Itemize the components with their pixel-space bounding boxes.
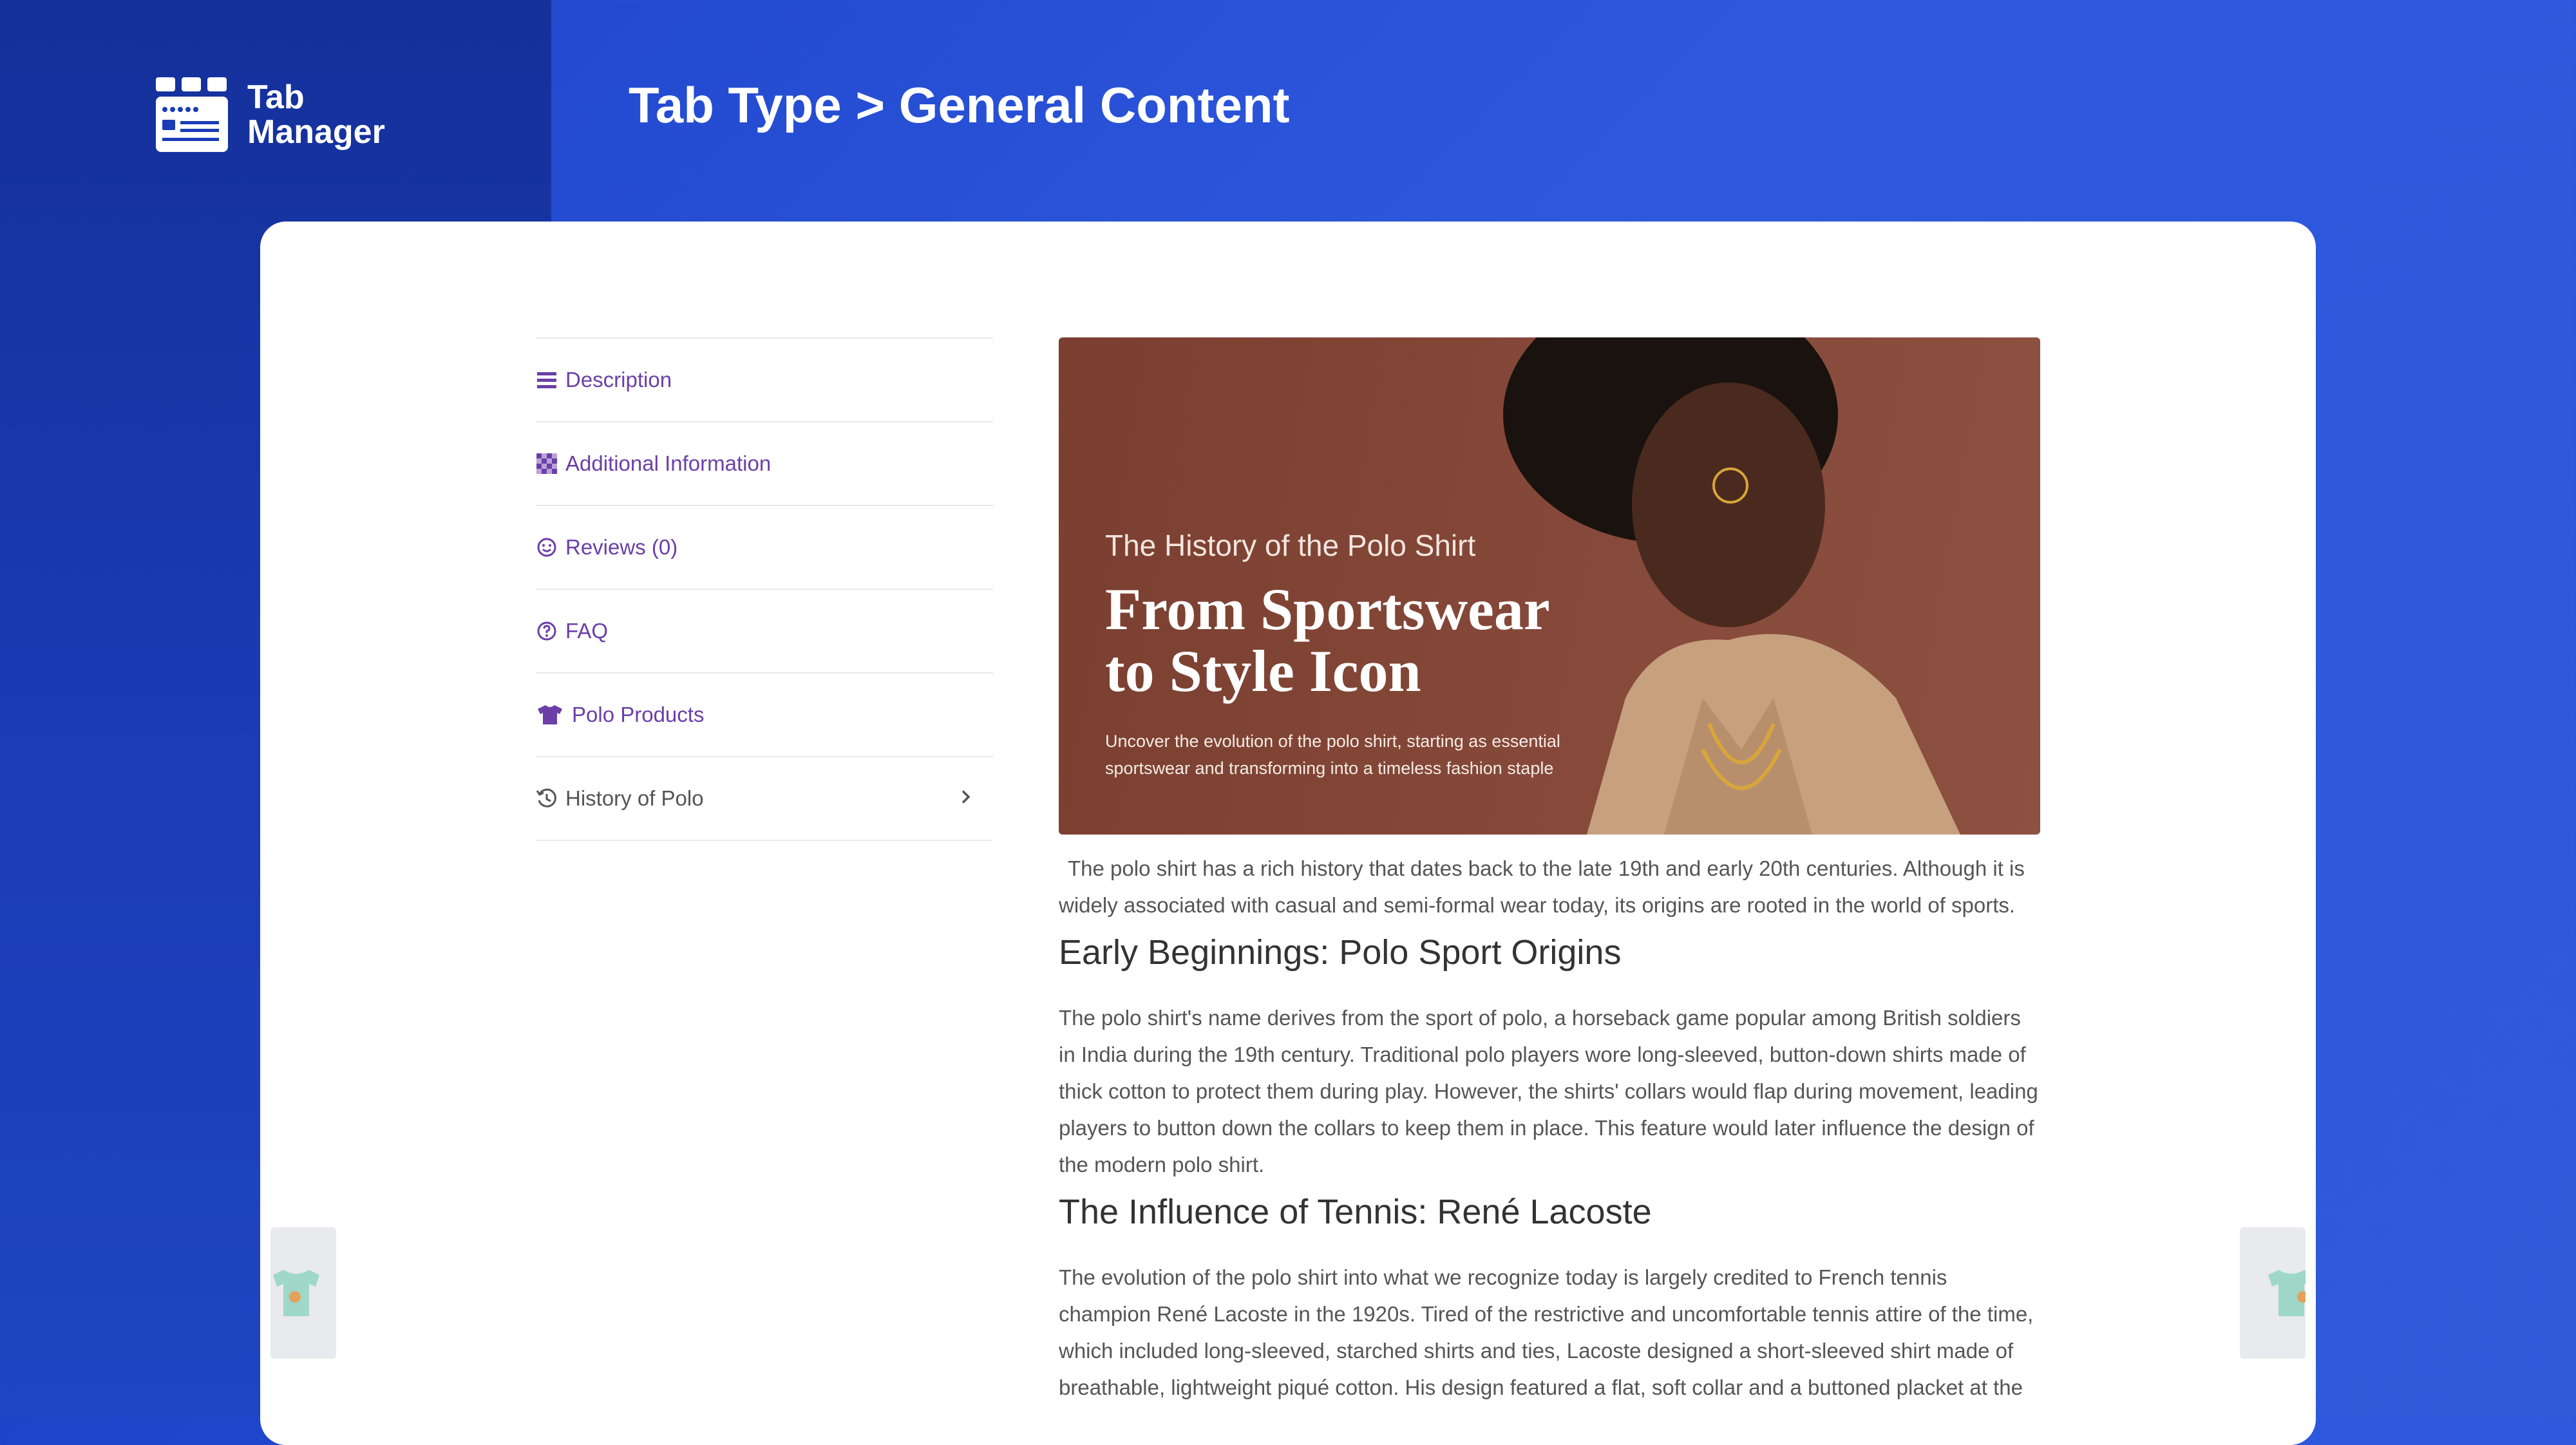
tab-content: The History of the Polo Shirt From Sport… — [1059, 337, 2040, 1406]
prev-product-thumbnail[interactable] — [270, 1227, 336, 1359]
app-logo[interactable]: Tab Manager — [156, 77, 385, 152]
app-name-line2: Manager — [247, 113, 385, 151]
smiley-icon — [536, 536, 558, 558]
tab-label: Reviews (0) — [565, 535, 678, 559]
tab-manager-logo-icon — [156, 77, 228, 152]
grid-pattern-icon — [536, 453, 558, 475]
intro-paragraph: The polo shirt has a rich history that d… — [1059, 856, 2025, 917]
tab-faq[interactable]: FAQ — [536, 589, 993, 672]
history-icon — [536, 788, 558, 809]
tab-label: Description — [565, 368, 672, 392]
section-heading: Early Beginnings: Polo Sport Origins — [1059, 933, 1622, 972]
tab-reviews[interactable]: Reviews (0) — [536, 505, 993, 589]
page-title: Tab Type > General Content — [629, 77, 1290, 133]
section-paragraph: The polo shirt's name derives from the s… — [1059, 1006, 2038, 1176]
tab-additional-information[interactable]: Additional Information — [536, 421, 993, 505]
list-icon — [536, 369, 558, 391]
app-name-line1: Tab — [247, 79, 305, 116]
banner-headline: From Sportswear to Style Icon — [1105, 576, 1549, 704]
banner-kicker: The History of the Polo Shirt — [1105, 529, 1476, 562]
chevron-right-icon — [961, 789, 971, 808]
product-tabs: Description Additional Information Revie… — [536, 337, 993, 841]
section-paragraph: The evolution of the polo shirt into wha… — [1059, 1265, 2034, 1399]
history-banner: The History of the Polo Shirt From Sport… — [1059, 337, 2040, 835]
tab-label: Polo Products — [572, 703, 705, 726]
banner-subtext: Uncover the evolution of the polo shirt,… — [1105, 732, 1560, 778]
section-heading: The Influence of Tennis: René Lacoste — [1059, 1193, 1652, 1231]
tshirt-icon — [2268, 1270, 2306, 1316]
tab-history-of-polo[interactable]: History of Polo — [536, 756, 993, 841]
tshirt-icon — [536, 704, 564, 726]
next-product-thumbnail[interactable] — [2240, 1227, 2306, 1359]
tab-label: History of Polo — [565, 786, 704, 810]
tab-polo-products[interactable]: Polo Products — [536, 672, 993, 756]
tshirt-icon — [273, 1270, 319, 1316]
tab-label: FAQ — [565, 619, 609, 643]
tab-description[interactable]: Description — [536, 337, 993, 421]
app-name: Tab Manager — [247, 80, 385, 149]
tab-label: Additional Information — [565, 451, 772, 475]
question-circle-icon — [536, 620, 558, 642]
